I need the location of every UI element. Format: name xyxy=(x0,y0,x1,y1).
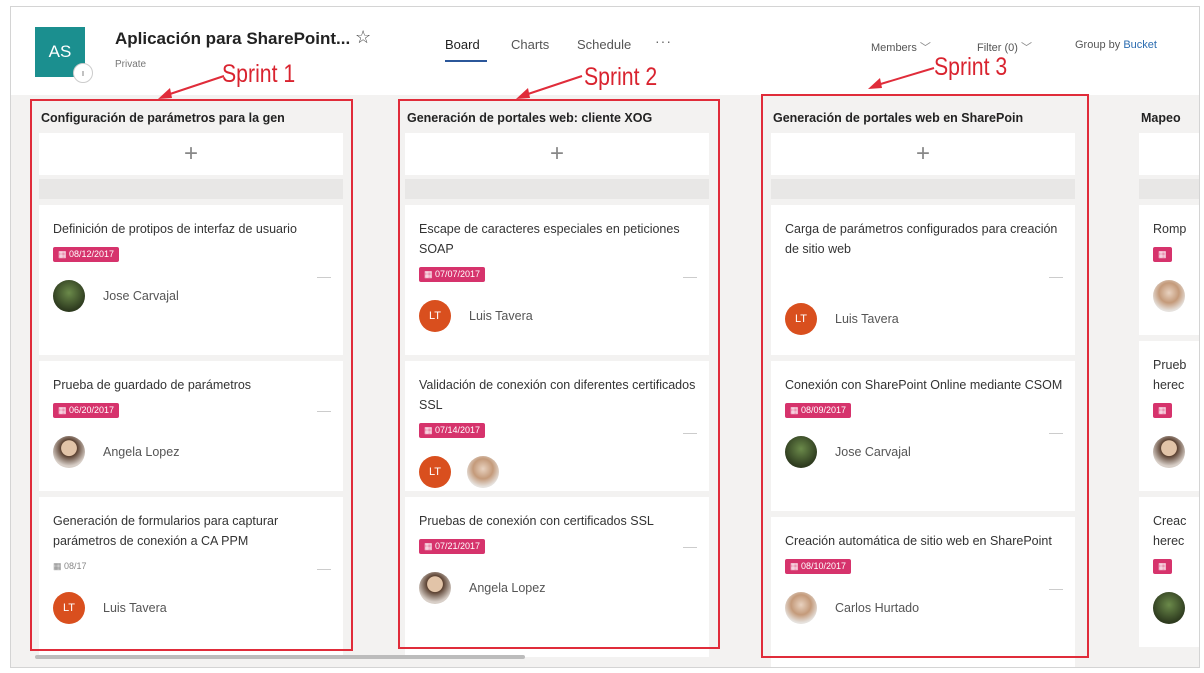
favorite-star-icon[interactable]: ☆ xyxy=(355,27,371,48)
tab-board[interactable]: Board xyxy=(445,37,480,52)
group-by-dropdown[interactable]: Group by Bucket xyxy=(1075,39,1157,51)
bucket-divider xyxy=(1139,179,1199,199)
add-task-button[interactable] xyxy=(1139,133,1199,175)
sprint-1-arrow xyxy=(158,75,225,99)
assignee xyxy=(1153,592,1199,638)
active-tab-indicator xyxy=(445,60,487,62)
sprint-1-highlight-box xyxy=(30,99,353,651)
horizontal-scrollbar[interactable] xyxy=(35,655,525,659)
task-title-line2: herec xyxy=(1153,534,1185,548)
task-title: Romp xyxy=(1153,222,1187,236)
privacy-label: Private xyxy=(115,59,147,70)
sprint-2-label: Sprint 2 xyxy=(584,63,658,91)
bucket-column: Mapeo Romp ▦ Prueb herec ▦ Creac herec ▦ xyxy=(1135,99,1199,647)
task-card[interactable]: Prueb herec ▦ xyxy=(1139,341,1199,491)
members-label: Members xyxy=(871,42,917,54)
more-options-icon[interactable]: ··· xyxy=(655,33,672,49)
sprint-3-highlight-box xyxy=(761,94,1089,658)
plan-title[interactable]: Aplicación para SharePoint... xyxy=(115,29,350,49)
avatar xyxy=(1153,592,1185,624)
assignee xyxy=(1153,436,1199,482)
due-date-badge: ▦ xyxy=(1153,247,1172,262)
task-card[interactable]: Romp ▦ xyxy=(1139,205,1199,335)
sprint-2-highlight-box xyxy=(398,99,720,649)
due-date-badge: ▦ xyxy=(1153,403,1172,418)
avatar xyxy=(1153,436,1185,468)
tab-schedule[interactable]: Schedule xyxy=(577,37,631,52)
due-date-badge: ▦ xyxy=(1153,559,1172,574)
sprint-1-label: Sprint 1 xyxy=(222,60,296,88)
task-title: Creac xyxy=(1153,514,1187,528)
avatar xyxy=(1153,280,1185,312)
assignee xyxy=(1153,280,1199,326)
chevron-down-icon: ﹀ xyxy=(919,42,931,54)
sprint-3-arrow xyxy=(868,67,935,89)
task-title-line2: herec xyxy=(1153,378,1185,392)
sprint-2-arrow xyxy=(516,75,583,99)
chevron-down-icon: ﹀ xyxy=(1021,42,1033,54)
plan-avatar-initials: AS xyxy=(48,42,72,61)
sprint-3-label: Sprint 3 xyxy=(934,53,1008,81)
bucket-title[interactable]: Mapeo xyxy=(1135,99,1199,133)
group-by-value: Bucket xyxy=(1123,39,1157,51)
task-card[interactable]: Creac herec ▦ xyxy=(1139,497,1199,647)
task-title: Prueb xyxy=(1153,358,1187,372)
members-dropdown[interactable]: Members ﹀ xyxy=(871,39,931,55)
group-by-label: Group by xyxy=(1075,39,1121,51)
group-badge-icon: ı xyxy=(73,63,93,83)
tab-charts[interactable]: Charts xyxy=(511,37,549,52)
